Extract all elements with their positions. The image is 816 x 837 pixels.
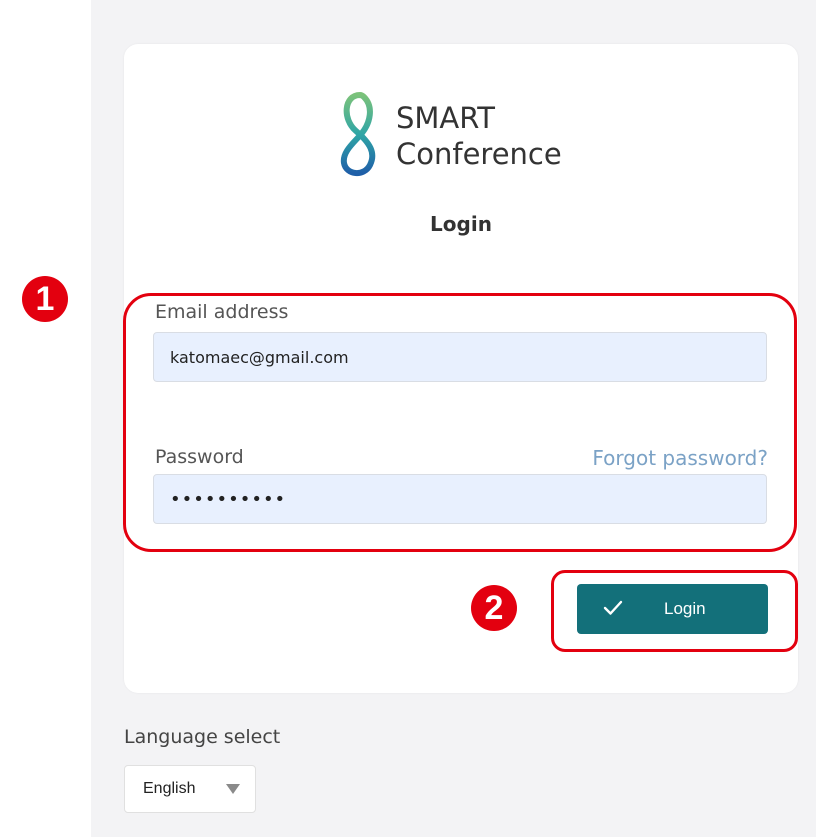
annotation-number-1: 1 xyxy=(22,276,68,322)
infinity-8-icon xyxy=(340,92,376,176)
annotation-box-credentials xyxy=(123,293,797,552)
logo: SMART Conference xyxy=(330,89,600,181)
page-title: Login xyxy=(430,212,492,236)
logo-line-2: Conference xyxy=(396,137,562,171)
logo-text: SMART Conference xyxy=(396,100,562,172)
caret-down-icon xyxy=(226,784,240,794)
logo-line-1: SMART xyxy=(396,101,496,135)
annotation-number-2: 2 xyxy=(471,585,517,631)
language-select-label: Language select xyxy=(124,726,281,748)
language-select[interactable]: English xyxy=(124,765,256,813)
language-selected-value: English xyxy=(143,780,196,797)
annotation-box-login xyxy=(551,570,798,652)
